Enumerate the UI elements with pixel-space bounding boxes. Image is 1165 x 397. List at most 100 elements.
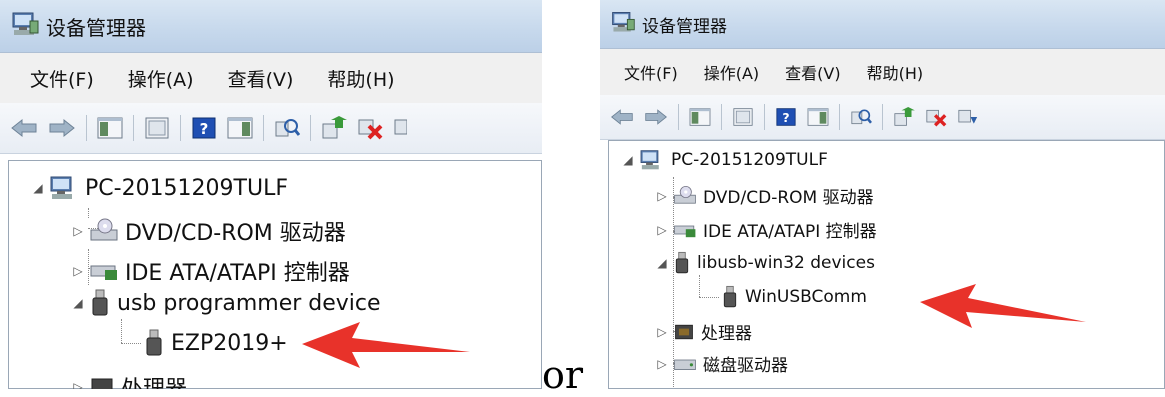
properties-icon[interactable] <box>144 116 170 140</box>
toolbar-separator <box>86 115 87 141</box>
tree-node-label: WinUSBComm <box>745 287 867 307</box>
disable-device-icon[interactable] <box>957 107 979 127</box>
device-tree: ◢ PC-20151209TULF ▷ DVD/CD-ROM 驱动器 ▷ IDE… <box>608 140 1165 389</box>
svg-text:?: ? <box>782 110 789 125</box>
tree-node-dvd[interactable]: ▷ DVD/CD-ROM 驱动器 <box>655 183 874 208</box>
svg-text:?: ? <box>200 120 209 138</box>
title-bar: 设备管理器 <box>600 0 1165 49</box>
tree-node-label: PC-20151209TULF <box>671 150 828 170</box>
title-bar: 设备管理器 <box>0 0 542 53</box>
disable-device-icon[interactable] <box>393 116 407 140</box>
toolbar-separator <box>310 115 311 141</box>
usb-device-icon <box>143 329 165 357</box>
menu-file[interactable]: 文件(F) <box>30 65 94 92</box>
action-pane-icon[interactable] <box>227 116 253 140</box>
processor-icon <box>89 376 115 389</box>
update-driver-icon[interactable] <box>321 116 347 140</box>
toolbar-separator <box>678 104 679 130</box>
toolbar: ? <box>600 95 1165 140</box>
expand-triangle-icon[interactable]: ▷ <box>655 189 669 203</box>
collapse-triangle-icon[interactable]: ◢ <box>31 181 45 195</box>
menu-view[interactable]: 查看(V) <box>785 60 840 84</box>
toolbar-separator <box>133 115 134 141</box>
device-manager-icon <box>10 11 40 41</box>
processor-icon <box>673 322 695 342</box>
tree-node-label: libusb-win32 devices <box>697 253 875 273</box>
tree-node-libusb[interactable]: ◢ libusb-win32 devices <box>655 251 875 275</box>
tree-node-winusbcomm[interactable]: WinUSBComm <box>717 285 867 309</box>
tree-node-ide[interactable]: ▷ IDE ATA/ATAPI 控制器 <box>71 255 350 287</box>
tree-node-ide[interactable]: ▷ IDE ATA/ATAPI 控制器 <box>655 217 877 242</box>
scan-hardware-icon[interactable] <box>274 116 300 140</box>
expand-triangle-icon[interactable]: ▷ <box>71 380 85 389</box>
menu-help[interactable]: 帮助(H) <box>327 65 394 92</box>
tree-node-label: IDE ATA/ATAPI 控制器 <box>125 261 350 286</box>
properties-icon[interactable] <box>732 107 754 127</box>
toolbar-separator <box>882 104 883 130</box>
menu-file[interactable]: 文件(F) <box>624 60 678 84</box>
menu-action[interactable]: 操作(A) <box>704 60 759 84</box>
help-icon[interactable]: ? <box>191 116 217 140</box>
toolbar-separator <box>263 115 264 141</box>
help-icon[interactable]: ? <box>775 107 797 127</box>
uninstall-device-icon[interactable] <box>357 116 383 140</box>
disk-drive-icon <box>673 355 697 373</box>
show-hide-tree-icon[interactable] <box>689 107 711 127</box>
expand-triangle-icon[interactable]: ▷ <box>655 325 669 339</box>
usb-device-icon <box>721 285 739 309</box>
dvd-drive-icon <box>673 185 697 207</box>
collapse-triangle-icon[interactable]: ◢ <box>71 296 85 310</box>
computer-icon <box>49 175 79 201</box>
toolbar: ? <box>0 103 542 154</box>
collapse-triangle-icon[interactable]: ◢ <box>655 256 669 270</box>
menu-bar: 文件(F) 操作(A) 查看(V) 帮助(H) <box>600 49 1165 95</box>
expand-triangle-icon[interactable]: ▷ <box>71 264 85 278</box>
red-pointer-arrow <box>920 284 1086 328</box>
tree-node-label: 磁盘驱动器 <box>703 356 788 376</box>
tree-node-label: PC-20151209TULF <box>85 175 288 201</box>
tree-node-processor-partial[interactable]: ▷ 处理器 <box>71 371 187 389</box>
usb-device-icon <box>673 251 691 275</box>
ide-controller-icon <box>673 221 697 239</box>
device-manager-icon <box>610 10 636 38</box>
show-hide-tree-icon[interactable] <box>97 116 123 140</box>
right-device-manager-window: 设备管理器 文件(F) 操作(A) 查看(V) 帮助(H) ? ◢ PC-201… <box>600 0 1165 389</box>
computer-icon <box>639 149 665 171</box>
tree-node-root[interactable]: ◢ PC-20151209TULF <box>31 175 288 201</box>
menu-help[interactable]: 帮助(H) <box>867 60 924 84</box>
back-arrow-icon[interactable] <box>10 117 38 139</box>
forward-arrow-icon[interactable] <box>644 107 668 127</box>
expand-triangle-icon[interactable]: ▷ <box>655 223 669 237</box>
tree-node-usb-programmer[interactable]: ◢ usb programmer device <box>71 289 381 317</box>
toolbar-separator <box>764 104 765 130</box>
scan-hardware-icon[interactable] <box>850 107 872 127</box>
action-pane-icon[interactable] <box>807 107 829 127</box>
forward-arrow-icon[interactable] <box>48 117 76 139</box>
menu-action[interactable]: 操作(A) <box>128 65 194 92</box>
update-driver-icon[interactable] <box>893 107 915 127</box>
tree-node-ezp2019[interactable]: EZP2019+ <box>139 329 288 357</box>
menu-view[interactable]: 查看(V) <box>228 65 294 92</box>
uninstall-device-icon[interactable] <box>925 107 947 127</box>
toolbar-separator <box>721 104 722 130</box>
expand-triangle-icon[interactable]: ▷ <box>655 357 669 371</box>
tree-node-label: EZP2019+ <box>171 330 288 356</box>
back-arrow-icon[interactable] <box>610 107 634 127</box>
tree-node-label: DVD/CD-ROM 驱动器 <box>703 188 874 208</box>
or-separator-text: or <box>542 353 584 397</box>
tree-node-root[interactable]: ◢ PC-20151209TULF <box>621 149 828 171</box>
tree-node-label: usb programmer device <box>117 290 381 316</box>
expand-triangle-icon[interactable]: ▷ <box>71 224 85 238</box>
window-title: 设备管理器 <box>642 16 727 37</box>
tree-node-dvd[interactable]: ▷ DVD/CD-ROM 驱动器 <box>71 215 346 247</box>
tree-node-label: IDE ATA/ATAPI 控制器 <box>703 222 877 242</box>
tree-node-disk-drives[interactable]: ▷ 磁盘驱动器 <box>655 351 788 376</box>
tree-node-label: 处理器 <box>701 324 752 344</box>
menu-bar: 文件(F) 操作(A) 查看(V) 帮助(H) <box>0 53 542 103</box>
tree-node-label: DVD/CD-ROM 驱动器 <box>125 221 346 246</box>
red-pointer-arrow <box>302 322 470 368</box>
left-device-manager-window: 设备管理器 文件(F) 操作(A) 查看(V) 帮助(H) ? ◢ PC-201… <box>0 0 542 389</box>
collapse-triangle-icon[interactable]: ◢ <box>621 153 635 167</box>
tree-node-processor[interactable]: ▷ 处理器 <box>655 319 752 344</box>
usb-device-icon <box>89 289 111 317</box>
